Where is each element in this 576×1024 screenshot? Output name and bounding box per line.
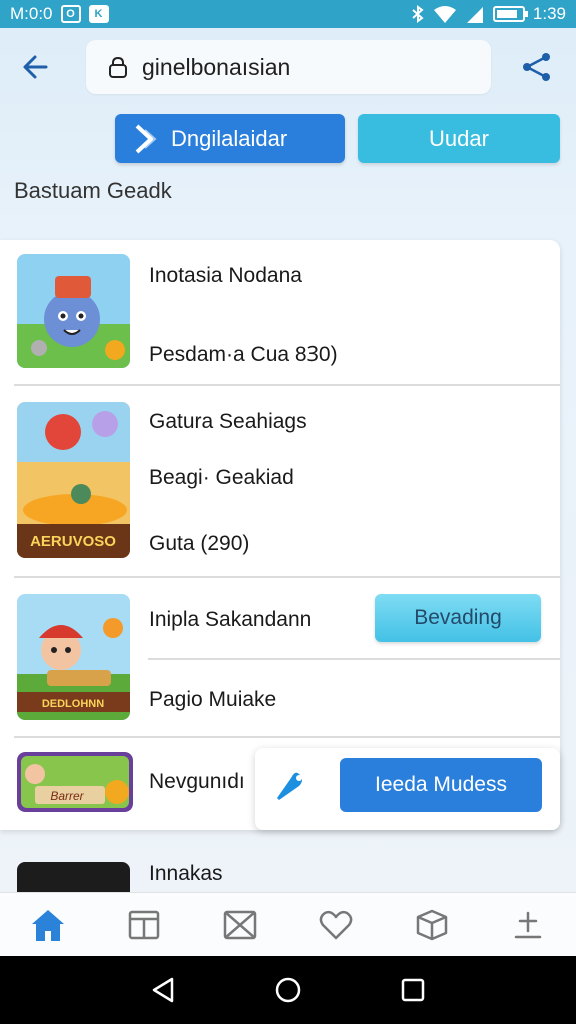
upload-icon [514,911,542,938]
status-time-left: M:0:0 [10,4,53,23]
heart-icon [319,910,353,939]
nav-recents-button[interactable] [393,970,433,1010]
section-title: Bastuam Geadk [14,178,172,203]
status-right: 1:39 [411,4,566,24]
item-subtitle: Pesdam·a Cua 8Ɜ0) [149,343,338,366]
thumbnail-label: DEDLOHNN [42,698,104,710]
pin-icon [277,772,302,800]
square-recents-icon [402,978,425,1002]
item-subtitle: Pagio Muiake [149,688,277,711]
status-left: M:0:0 O K [10,4,109,24]
thumbnail-label: AERUVOSO [30,533,116,550]
list-item[interactable]: Innakas [0,846,576,892]
layout-icon [128,910,160,939]
bottom-tab-bar [0,892,576,956]
wifi-icon [433,6,456,23]
secondary-action-button[interactable]: Uudar [358,114,560,163]
status-app-icon: K [88,5,109,23]
item-action-label: Bevading [414,606,502,629]
item-meta: Guta (290) [149,532,250,555]
signal-icon [466,7,483,23]
primary-action-button[interactable]: Dngilalaidar [115,114,345,163]
game-thumbnail-image: DEDLOHNN [17,594,130,720]
status-bar: M:0:0 O K 1:39 [0,0,576,28]
primary-action-label: Dngilalaidar [171,125,288,151]
search-box[interactable] [86,40,491,94]
tab-home[interactable] [24,901,72,949]
search-input[interactable] [142,53,462,81]
home-icon [32,909,64,941]
box-icon [416,909,448,940]
circle-home-icon [275,977,301,1003]
item-title: Inotasia Nodana [149,264,302,287]
system-nav-bar [0,956,576,1024]
status-time-right: 1:39 [532,4,566,23]
item-title: Inipla Sakandann [149,608,312,631]
tab-mail[interactable] [216,901,264,949]
game-thumbnail-image [17,862,130,892]
popup-action-button[interactable]: Ieeda Mudess [340,758,542,812]
game-list-card: Inotasia Nodana Pesdam·a Cua 8Ɜ0) AERUVO… [0,240,560,830]
tab-layout[interactable] [120,901,168,949]
item-action-button[interactable]: Bevading [375,594,541,642]
status-badge-icon: O [60,5,81,23]
tab-box[interactable] [408,901,456,949]
lock-icon [109,56,127,78]
arrow-left-icon [23,55,48,79]
list-item[interactable]: Inotasia Nodana Pesdam·a Cua 8Ɜ0) [14,252,560,384]
divider [148,658,560,660]
tab-favorites[interactable] [312,901,360,949]
thumbnail-label: Barrer [50,789,84,803]
list-item[interactable]: AERUVOSO Gatura Seahiags Beagi· Geakiad … [14,400,560,572]
divider [14,736,560,738]
mail-icon [223,910,257,939]
popup-action-label: Ieeda Mudess [375,773,507,796]
nav-home-button[interactable] [268,970,308,1010]
secondary-action-label: Uudar [429,125,489,151]
game-thumbnail-image: Barrer [17,752,133,812]
share-button[interactable] [520,50,554,84]
item-title: Gatura Seahiags [149,410,307,433]
nav-back-button[interactable] [143,970,183,1010]
top-bar [0,36,576,98]
back-button[interactable] [18,50,58,84]
popup-card: Ieeda Mudess [255,748,560,830]
tab-upload[interactable] [504,901,552,949]
item-title: Nevgunıdı [149,770,245,793]
game-thumbnail-image: AERUVOSO [17,402,130,558]
bluetooth-icon [412,5,424,23]
triangle-back-icon [152,977,173,1003]
item-subtitle: Beagi· Geakiad [149,466,294,489]
game-thumbnail-image [17,254,130,368]
share-icon [523,53,550,81]
item-title: Innakas [149,862,223,885]
divider [14,384,560,386]
chevron-right-icon [135,124,157,153]
divider [14,576,560,578]
battery-icon [492,6,528,22]
